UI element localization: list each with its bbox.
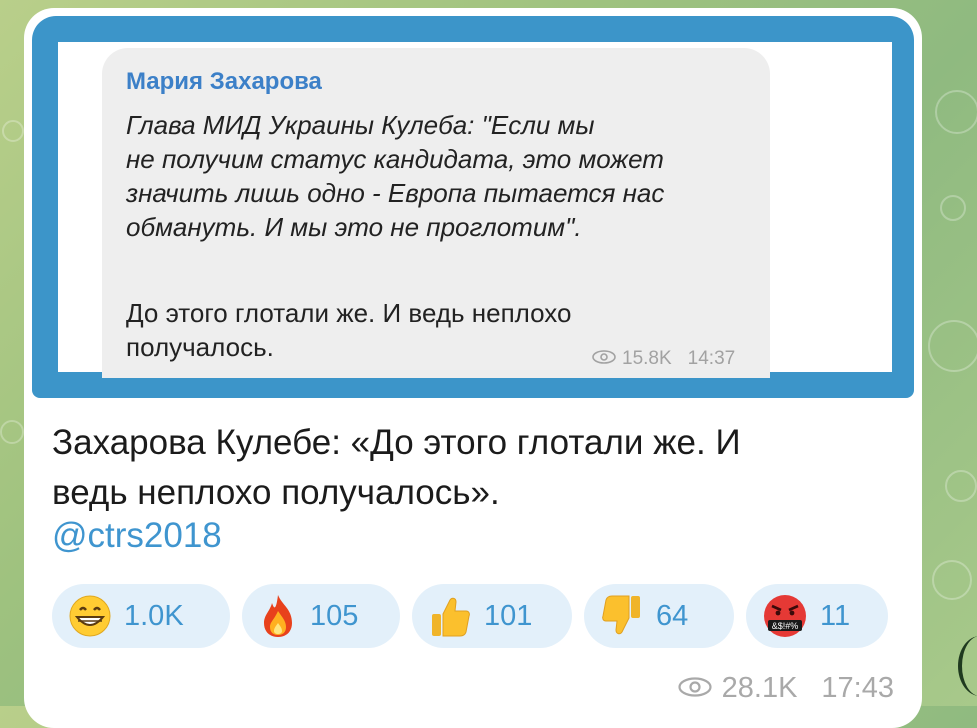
reaction-fire[interactable]: 105 — [242, 584, 400, 648]
wallpaper-doodle — [945, 470, 977, 502]
quoted-meta: 15.8K 14:37 — [592, 348, 735, 370]
svg-text:&$!#%: &$!#% — [772, 621, 799, 631]
quoted-views: 15.8K — [622, 348, 672, 369]
reaction-cursing[interactable]: &$!#% 11 — [746, 584, 888, 648]
screenshot-image: Мария Захарова Глава МИД Украины Кулеба:… — [58, 42, 892, 378]
view-count: 28.1K — [721, 672, 798, 704]
share-icon[interactable] — [958, 636, 977, 696]
channel-link[interactable]: @ctrs2018 — [52, 516, 222, 556]
thumbs-down-icon — [600, 594, 644, 638]
reaction-grinning[interactable]: 1.0K — [52, 584, 230, 648]
reaction-count: 64 — [656, 599, 689, 632]
message-meta: 28.1K 17:43 — [678, 672, 894, 705]
reaction-count: 105 — [310, 599, 359, 632]
wallpaper-doodle — [940, 195, 966, 221]
quoted-message: Мария Захарова Глава МИД Украины Кулеба:… — [102, 48, 770, 378]
reactions-bar: 1.0K 105 101 64 &$!#% 11 — [52, 584, 888, 648]
message-caption: Захарова Кулебе: «До этого глотали же. И… — [52, 423, 741, 512]
reaction-thumbs-down[interactable]: 64 — [584, 584, 734, 648]
reaction-count: 1.0K — [124, 599, 184, 632]
fire-icon — [258, 593, 298, 639]
message-time: 17:43 — [821, 672, 894, 704]
wallpaper-doodle — [0, 420, 24, 444]
quoted-text-italic: Глава МИД Украины Кулеба: "Если мы не по… — [126, 110, 665, 242]
quoted-time: 14:37 — [687, 348, 736, 369]
grinning-face-icon — [68, 594, 112, 638]
wallpaper-doodle — [932, 560, 972, 600]
eye-icon — [678, 672, 712, 705]
quoted-author: Мария Захарова — [126, 68, 322, 95]
reaction-thumbs-up[interactable]: 101 — [412, 584, 572, 648]
reaction-count: 101 — [484, 599, 533, 632]
cursing-face-icon: &$!#% — [762, 593, 808, 639]
wallpaper-doodle — [2, 120, 24, 142]
wallpaper-doodle — [935, 90, 977, 134]
message-bubble: Мария Захарова Глава МИД Украины Кулеба:… — [24, 8, 922, 728]
reaction-count: 11 — [820, 599, 851, 632]
eye-icon — [592, 348, 616, 370]
thumbs-up-icon — [428, 594, 472, 638]
wallpaper-doodle — [928, 320, 977, 372]
media-frame[interactable]: Мария Захарова Глава МИД Украины Кулеба:… — [32, 16, 914, 398]
